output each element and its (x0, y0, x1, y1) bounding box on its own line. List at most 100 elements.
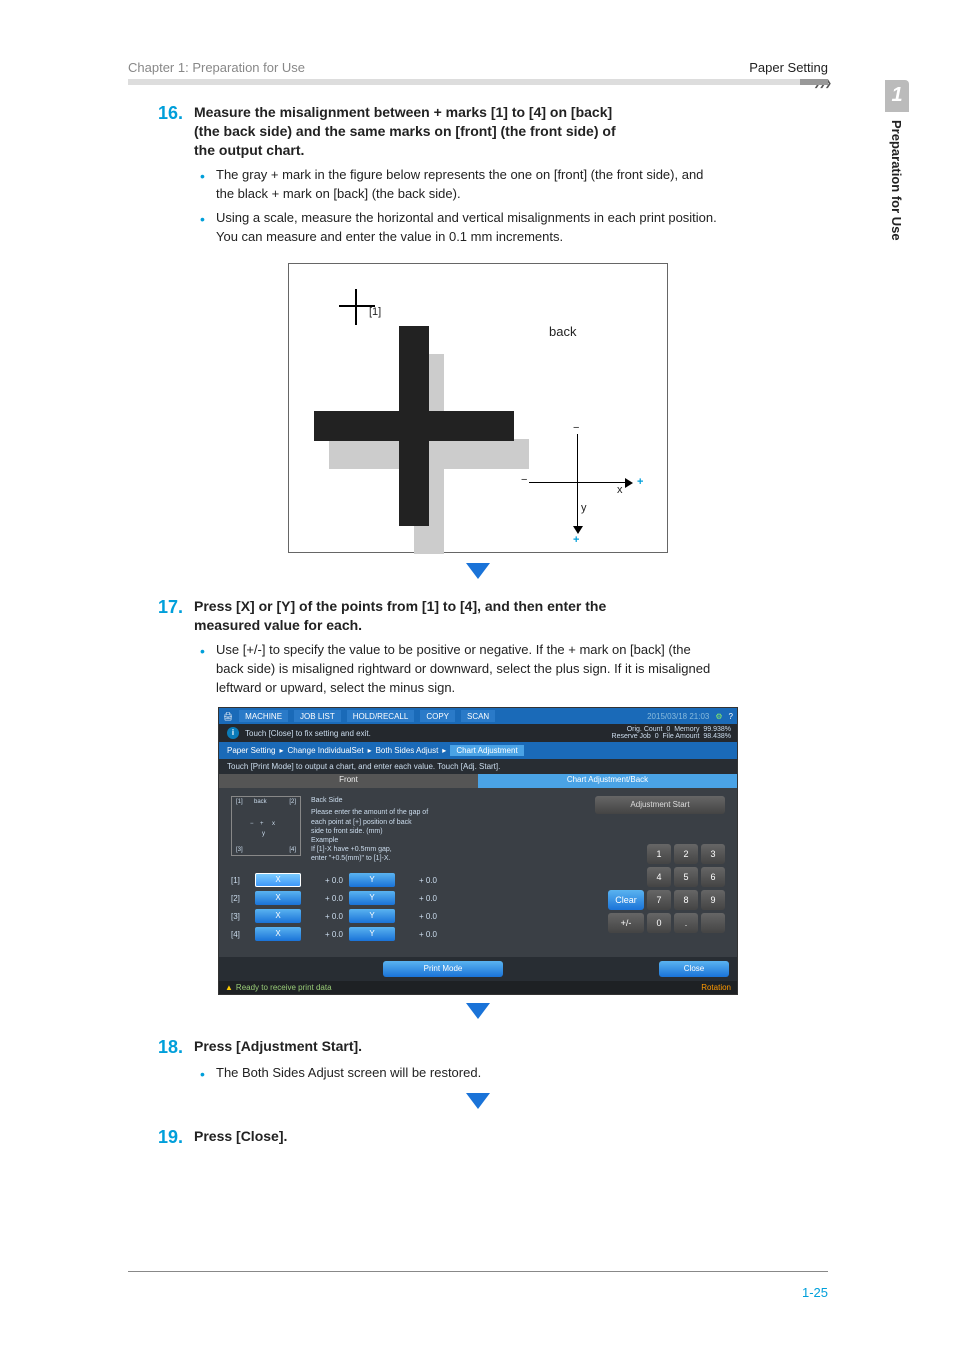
tab-back[interactable]: Chart Adjustment/Back (478, 774, 737, 788)
x-axis-label: x (617, 484, 623, 496)
step-18: 18. Press [Adjustment Start]. The Both S… (158, 1037, 828, 1083)
y-value: + 0.0 (401, 894, 437, 903)
point-1-label: [1] (369, 306, 381, 318)
status-panel: Orig. Count 0 Memory 99.938% Reserve Job… (612, 726, 731, 740)
down-arrow-icon (466, 563, 490, 579)
chapter-title-tab: Preparation for Use (885, 112, 904, 241)
header-rule: ❯❯❯ (128, 79, 828, 85)
minus-up: − (573, 422, 579, 434)
key-7[interactable]: 7 (647, 890, 671, 910)
x-value: + 0.0 (307, 912, 343, 921)
crumb-change-individualset[interactable]: Change IndividualSet (288, 746, 364, 755)
warning-icon: ▲ (225, 983, 233, 992)
bullet: The gray + mark in the figure below repr… (200, 166, 720, 204)
footer-rule (128, 1271, 828, 1272)
tab-joblist[interactable]: JOB LIST (294, 710, 341, 722)
table-row: [4] X + 0.0 Y + 0.0 (231, 927, 519, 941)
step-title: Press [Close]. (194, 1127, 634, 1146)
page-header: Chapter 1: Preparation for Use Paper Set… (128, 60, 828, 75)
key-5[interactable]: 5 (674, 867, 698, 887)
side-tab: 1 Preparation for Use (885, 80, 909, 290)
x-value: + 0.0 (307, 876, 343, 885)
value-rows: [1] X + 0.0 Y + 0.0 [2] X + 0.0 Y + 0.0 (231, 873, 519, 941)
step-number: 18. (158, 1037, 194, 1058)
crumb-paper-setting[interactable]: Paper Setting (227, 746, 275, 755)
key-6[interactable]: 6 (701, 867, 725, 887)
y-axis-label: y (581, 502, 587, 514)
step-title: Measure the misalignment between + marks… (194, 103, 634, 160)
crumb-both-sides-adjust[interactable]: Both Sides Adjust (376, 746, 439, 755)
bullet: The Both Sides Adjust screen will be res… (200, 1064, 720, 1083)
table-row: [2] X + 0.0 Y + 0.0 (231, 891, 519, 905)
back-label: back (549, 324, 576, 339)
x-value: + 0.0 (307, 930, 343, 939)
top-bar: 🖨 MACHINE JOB LIST HOLD/RECALL COPY SCAN… (219, 708, 737, 724)
table-row: [3] X + 0.0 Y + 0.0 (231, 909, 519, 923)
down-arrow-icon (466, 1093, 490, 1109)
y-button[interactable]: Y (349, 927, 395, 941)
step-number: 17. (158, 597, 194, 618)
alignment-figure: [1] back + + − − x y (288, 263, 668, 553)
table-row: [1] X + 0.0 Y + 0.0 (231, 873, 519, 887)
rotation-indicator: Rotation (701, 983, 731, 992)
axes-diagram: + + − − x y (529, 434, 649, 534)
key-1[interactable]: 1 (647, 844, 671, 864)
key-2[interactable]: 2 (674, 844, 698, 864)
footer-bar: Print Mode Close (219, 957, 737, 981)
back-plus-mark (314, 326, 514, 526)
status-line: ▲Ready to receive print data Rotation (219, 981, 737, 994)
tab-copy[interactable]: COPY (420, 710, 455, 722)
crumb-chart-adjustment[interactable]: Chart Adjustment (450, 745, 523, 756)
step-title: Press [X] or [Y] of the points from [1] … (194, 597, 634, 635)
bullet: Use [+/-] to specify the value to be pos… (200, 641, 720, 698)
tab-scan[interactable]: SCAN (461, 710, 495, 722)
tab-machine[interactable]: MACHINE (239, 710, 288, 722)
info-bar: i Touch [Close] to fix setting and exit.… (219, 724, 737, 742)
tab-front[interactable]: Front (219, 774, 478, 788)
step-number: 16. (158, 103, 194, 124)
gear-icon[interactable]: ⚙ (715, 712, 722, 721)
key-8[interactable]: 8 (674, 890, 698, 910)
numeric-keypad: 1 2 3 4 5 6 Clear 7 8 9 +/- 0 . (533, 844, 725, 933)
key-dot[interactable]: . (674, 913, 698, 933)
adjustment-start-button[interactable]: Adjustment Start (595, 796, 725, 814)
printer-icon: 🖨 (223, 712, 233, 721)
help-icon[interactable]: ? (729, 712, 733, 721)
x-value: + 0.0 (307, 894, 343, 903)
key-0[interactable]: 0 (647, 913, 671, 933)
page-number: 1-25 (802, 1285, 828, 1300)
key-plusminus[interactable]: +/- (608, 913, 644, 933)
y-value: + 0.0 (401, 930, 437, 939)
info-icon: i (227, 727, 239, 739)
y-value: + 0.0 (401, 912, 437, 921)
down-arrow-icon (466, 1003, 490, 1019)
key-4[interactable]: 4 (647, 867, 671, 887)
step-17: 17. Press [X] or [Y] of the points from … (158, 597, 828, 697)
breadcrumb: Paper Setting ▸ Change IndividualSet ▸ B… (219, 742, 737, 759)
step-title: Press [Adjustment Start]. (194, 1037, 634, 1056)
x-button[interactable]: X (255, 927, 301, 941)
close-button[interactable]: Close (659, 961, 729, 977)
header-left: Chapter 1: Preparation for Use (128, 60, 305, 75)
tab-recall[interactable]: HOLD/RECALL (347, 710, 415, 722)
x-button[interactable]: X (255, 909, 301, 923)
key-blank[interactable] (701, 913, 725, 933)
datetime: 2015/03/18 21:03 (647, 712, 709, 721)
x-button[interactable]: X (255, 891, 301, 905)
x-button[interactable]: X (255, 873, 301, 887)
step-19: 19. Press [Close]. (158, 1127, 828, 1148)
step-number: 19. (158, 1127, 194, 1148)
bullet: Using a scale, measure the horizontal an… (200, 209, 720, 247)
y-button[interactable]: Y (349, 873, 395, 887)
print-mode-button[interactable]: Print Mode (383, 961, 503, 977)
key-clear[interactable]: Clear (608, 890, 644, 910)
y-value: + 0.0 (401, 876, 437, 885)
info-text: Touch [Close] to fix setting and exit. (245, 729, 371, 738)
instruction-text: Touch [Print Mode] to output a chart, an… (219, 759, 737, 774)
y-button[interactable]: Y (349, 909, 395, 923)
minus-left: − (521, 474, 527, 486)
key-3[interactable]: 3 (701, 844, 725, 864)
y-button[interactable]: Y (349, 891, 395, 905)
key-9[interactable]: 9 (701, 890, 725, 910)
plus-right: + (637, 476, 643, 488)
